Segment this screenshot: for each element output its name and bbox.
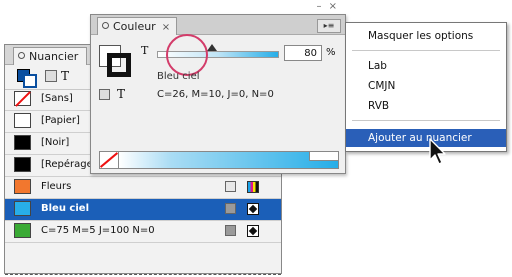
menu-item[interactable]: Ajouter au nuancier bbox=[346, 129, 506, 147]
swatch-name: [Repérage] bbox=[41, 159, 97, 170]
menu-separator bbox=[352, 50, 500, 51]
menu-item[interactable]: Lab bbox=[346, 57, 506, 75]
color-panel: Couleur × – × ▸≡ T T 80 % Bleu ciel C=26,… bbox=[90, 1, 346, 174]
container-format-icon[interactable] bbox=[45, 70, 57, 82]
swatch-name: [Noir] bbox=[41, 137, 70, 148]
process-color-icon bbox=[225, 225, 236, 236]
panel-menu-icon[interactable]: ▸≡ bbox=[317, 19, 341, 33]
text-format-icon[interactable]: T bbox=[117, 87, 125, 101]
swatch-row[interactable]: C=75 M=5 J=100 N=0 bbox=[5, 221, 281, 243]
color-mode-icon bbox=[247, 225, 259, 237]
color-ramp[interactable] bbox=[99, 151, 339, 169]
swatch-row[interactable]: Fleurs bbox=[5, 177, 281, 199]
color-mode-icon bbox=[247, 203, 259, 215]
tab-color-label: Couleur bbox=[113, 20, 156, 33]
text-format-icon[interactable]: T bbox=[61, 69, 69, 83]
close-icon[interactable]: × bbox=[162, 22, 170, 33]
swatch-name: Fleurs bbox=[41, 181, 72, 192]
color-mode-icon bbox=[247, 181, 259, 193]
panel-flyout-menu: Masquer les options Lab CMJN RVB Ajouter au … bbox=[345, 22, 507, 152]
mouse-cursor-icon bbox=[429, 138, 446, 165]
swatch-chip bbox=[14, 179, 31, 194]
tab-dot-icon bbox=[18, 52, 25, 59]
tab-dot-icon bbox=[102, 22, 109, 29]
menu-separator bbox=[352, 120, 500, 121]
menu-item[interactable]: Masquer les options bbox=[346, 27, 506, 45]
container-format-icon[interactable] bbox=[99, 89, 110, 100]
current-swatch-name: Bleu ciel bbox=[157, 71, 200, 82]
swatch-chip bbox=[14, 223, 31, 238]
swatch-chip bbox=[14, 91, 31, 106]
color-tabbar: Couleur × – × ▸≡ bbox=[91, 1, 345, 35]
menu-item[interactable]: CMJN bbox=[346, 77, 506, 95]
stroke-icon[interactable] bbox=[107, 53, 131, 77]
process-color-icon bbox=[225, 181, 236, 192]
white-swatch[interactable] bbox=[309, 152, 338, 161]
swatch-name: [Papier] bbox=[41, 115, 80, 126]
tab-swatches[interactable]: Nuancier bbox=[13, 47, 88, 65]
swatch-name: C=75 M=5 J=100 N=0 bbox=[41, 225, 155, 236]
swatch-chip bbox=[14, 157, 31, 172]
fill-stroke-icon[interactable] bbox=[17, 69, 37, 88]
swatch-chip bbox=[14, 135, 31, 150]
swatch-row[interactable]: Bleu ciel bbox=[5, 199, 281, 221]
annotation-circle bbox=[166, 34, 208, 76]
tab-color[interactable]: Couleur × bbox=[97, 17, 178, 35]
tint-label: T bbox=[141, 44, 149, 57]
window-controls[interactable]: – × bbox=[316, 1, 339, 12]
tint-slider-handle[interactable] bbox=[207, 44, 217, 51]
cmyk-values: C=26, M=10, J=0, N=0 bbox=[157, 89, 274, 100]
process-color-icon bbox=[225, 203, 236, 214]
fill-stroke-swatch[interactable] bbox=[99, 45, 133, 79]
panel-edge bbox=[5, 274, 281, 275]
tab-swatches-label: Nuancier bbox=[29, 50, 79, 63]
swatch-chip bbox=[14, 113, 31, 128]
swatch-chip bbox=[14, 201, 31, 216]
swatch-name: [Sans] bbox=[41, 93, 73, 104]
swatch-name: Bleu ciel bbox=[41, 203, 89, 214]
tint-unit-label: % bbox=[326, 47, 336, 58]
menu-item[interactable]: RVB bbox=[346, 97, 506, 115]
none-swatch-icon[interactable] bbox=[100, 152, 119, 168]
tint-value-field[interactable]: 80 bbox=[284, 45, 322, 61]
